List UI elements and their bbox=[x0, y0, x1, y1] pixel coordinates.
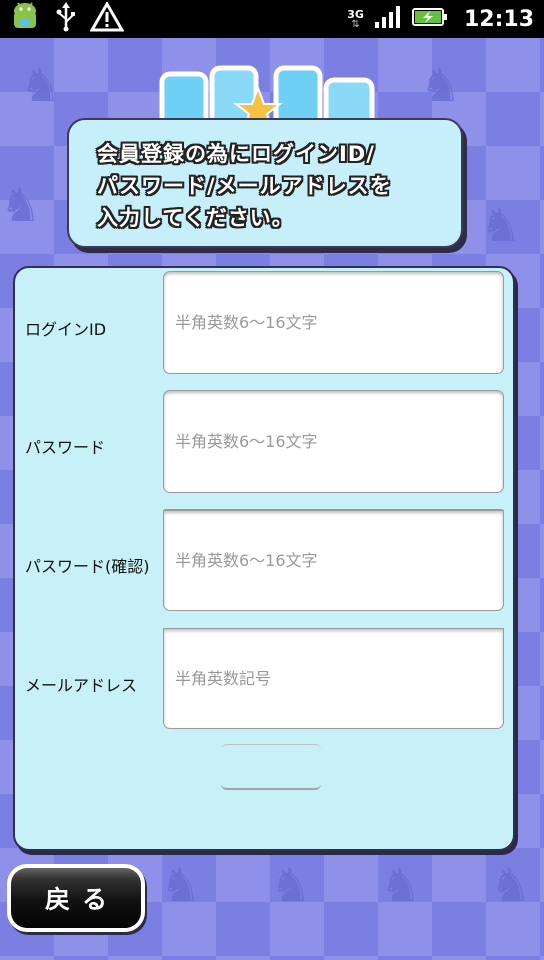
usb-icon bbox=[54, 2, 78, 36]
data-arrows-icon: ⇅ bbox=[351, 18, 360, 30]
battery-charging-icon bbox=[411, 6, 448, 32]
status-right-icons: 3G ⇅ 12:13 bbox=[347, 0, 534, 38]
clock: 12:13 bbox=[463, 6, 534, 32]
horse-pattern-icon: ♞ bbox=[490, 858, 532, 912]
horse-pattern-icon: ♞ bbox=[0, 178, 42, 232]
horse-pattern-icon: ♞ bbox=[160, 858, 202, 912]
password-label: パスワード bbox=[25, 438, 106, 457]
warning-icon bbox=[89, 0, 125, 36]
email-input[interactable] bbox=[163, 628, 504, 729]
android-icon bbox=[8, 0, 42, 38]
instruction-text: 会員登録の為にログインID/ パスワード/メールアドレスを 入力してください。 bbox=[97, 142, 392, 230]
password-confirm-input[interactable] bbox=[163, 510, 504, 611]
horse-pattern-icon: ♞ bbox=[420, 58, 462, 112]
email-label: メールアドレス bbox=[25, 676, 138, 695]
network-indicator: 3G ⇅ bbox=[347, 9, 364, 30]
signal-icon bbox=[374, 5, 402, 33]
password-confirm-label: パスワード(確認) bbox=[25, 557, 150, 576]
login-id-input[interactable] bbox=[163, 271, 504, 374]
horse-pattern-icon: ♞ bbox=[270, 858, 312, 912]
back-button[interactable]: 戻る bbox=[7, 864, 145, 932]
back-label: 戻る bbox=[44, 885, 119, 914]
login-id-label: ログインID bbox=[25, 320, 107, 339]
status-bar: 3G ⇅ 12:13 bbox=[0, 0, 544, 38]
horse-pattern-icon: ♞ bbox=[480, 198, 522, 252]
horse-pattern-icon: ♞ bbox=[20, 58, 62, 112]
horse-pattern-icon: ♞ bbox=[380, 858, 422, 912]
status-left-icons bbox=[8, 0, 125, 36]
instruction-bubble: 会員登録の為にログインID/ パスワード/メールアドレスを 入力してください。 bbox=[67, 118, 463, 248]
back-button-face: 戻る bbox=[11, 868, 141, 928]
password-input[interactable] bbox=[163, 390, 504, 493]
network-type-label: 3G bbox=[347, 7, 364, 21]
register-button[interactable] bbox=[221, 744, 321, 790]
registration-form: ログインID パスワード パスワード(確認) メールアドレス bbox=[13, 266, 515, 851]
